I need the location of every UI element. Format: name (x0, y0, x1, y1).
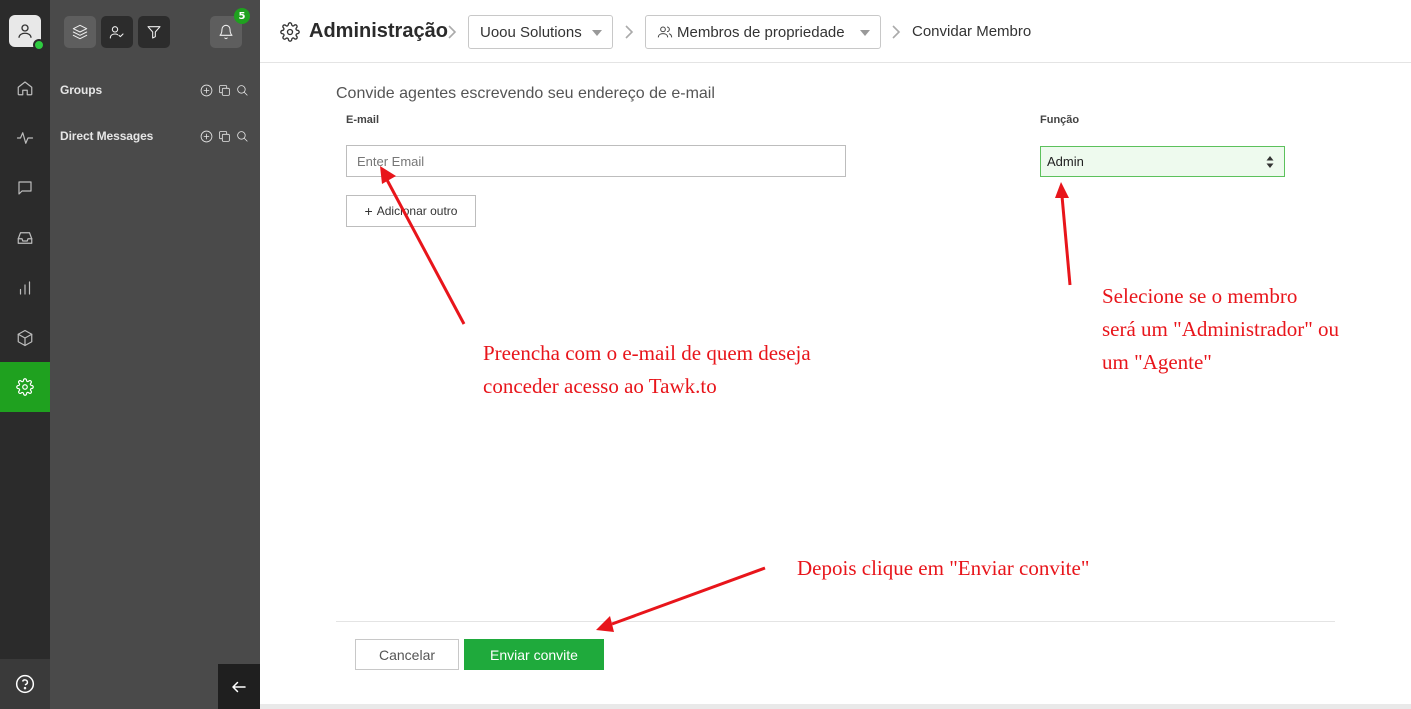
chat-icon (18, 181, 32, 195)
email-annotation-line1: Preencha com o e-mail de quem deseja (483, 341, 811, 365)
groups-copy-button[interactable] (217, 83, 232, 98)
form-intro: Convide agentes escrevendo seu endereço … (336, 85, 715, 102)
send-invite-button[interactable]: Enviar convite (464, 639, 604, 670)
user-check-icon (109, 26, 124, 39)
email-annotation-line2: conceder acesso ao Tawk.to (483, 374, 717, 398)
groups-add-button[interactable] (199, 83, 214, 98)
groups-label: Groups (60, 83, 103, 97)
filter-button[interactable] (138, 16, 170, 48)
rail-home-button[interactable] (0, 63, 50, 113)
copy-icon (219, 84, 230, 96)
rail-reports-button[interactable] (0, 263, 50, 313)
plus-circle-icon (200, 84, 213, 96)
icon-rail (0, 0, 50, 709)
activity-icon (16, 132, 34, 144)
search-icon (237, 130, 248, 142)
add-another-label: Adicionar outro (376, 204, 458, 218)
notification-count-badge: 5 (234, 8, 250, 24)
assigned-to-me-button[interactable] (101, 16, 133, 48)
email-annotation: Preencha com o e-mail de quem deseja con… (483, 337, 811, 403)
filter-icon (147, 26, 161, 39)
collapse-panel-button[interactable] (218, 664, 260, 709)
user-icon (18, 24, 32, 38)
send-annotation: Depois clique em "Enviar convite" (797, 556, 1090, 580)
rail-activity-button[interactable] (0, 113, 50, 163)
property-select[interactable]: Uoou Solutions (468, 15, 613, 49)
layers-icon (72, 24, 88, 40)
secondary-panel: 5 Groups Direct Messages (50, 0, 260, 709)
role-annotation-arrow (1055, 182, 1072, 286)
dm-add-button[interactable] (199, 129, 214, 144)
chevron-right-icon (446, 24, 458, 40)
addons-icon (17, 329, 33, 347)
plus-circle-icon (200, 130, 213, 142)
email-field[interactable] (346, 145, 846, 177)
breadcrumb-current: Convidar Membro (912, 23, 1032, 40)
caret-down-icon (592, 30, 602, 36)
copy-icon (219, 130, 230, 142)
cancel-button[interactable]: Cancelar (355, 639, 459, 670)
direct-messages-label: Direct Messages (60, 129, 154, 143)
home-icon (17, 81, 33, 96)
role-select-value: Admin (1047, 154, 1084, 169)
email-label: E-mail (346, 114, 380, 126)
role-annotation-line1: Selecione se o membro (1102, 284, 1298, 308)
search-icon (237, 84, 248, 96)
bell-icon (219, 24, 233, 40)
send-annotation-arrow (596, 566, 766, 632)
dm-search-button[interactable] (235, 129, 250, 144)
email-annotation-arrow (380, 166, 466, 325)
notifications-button[interactable]: 5 (210, 8, 250, 48)
help-button[interactable] (0, 659, 50, 709)
reports-icon (19, 281, 31, 295)
role-label: Função (1040, 114, 1080, 126)
user-avatar[interactable] (9, 15, 45, 51)
role-annotation: Selecione se o membro será um "Administr… (1102, 280, 1339, 379)
arrow-left-icon (232, 681, 246, 692)
chevron-right-icon (623, 24, 635, 40)
page-title[interactable]: Administração (309, 20, 448, 43)
dm-copy-button[interactable] (217, 129, 232, 144)
property-select-value: Uoou Solutions (480, 23, 582, 41)
groups-search-button[interactable] (235, 83, 250, 98)
members-select-value: Membros de propriedade (677, 23, 845, 41)
caret-down-icon (860, 30, 870, 36)
rail-inbox-button[interactable] (0, 213, 50, 263)
role-select[interactable]: Admin (1040, 146, 1285, 177)
members-select[interactable]: Membros de propriedade (645, 15, 881, 49)
direct-messages-section: Direct Messages (60, 126, 250, 146)
groups-section: Groups (60, 80, 250, 100)
bottom-scroll-strip (260, 704, 1411, 709)
select-updown-icon (1266, 155, 1274, 169)
rail-chat-button[interactable] (0, 163, 50, 213)
chevron-right-icon (890, 24, 902, 40)
users-icon (657, 26, 673, 38)
add-another-button[interactable]: + Adicionar outro (346, 195, 476, 227)
rail-addons-button[interactable] (0, 313, 50, 363)
settings-icon (280, 22, 300, 42)
help-icon (15, 674, 35, 694)
role-annotation-line2: será um "Administrador" ou (1102, 317, 1340, 341)
footer-divider (336, 621, 1335, 622)
layers-button[interactable] (64, 16, 96, 48)
plus-icon: + (364, 203, 373, 219)
breadcrumb: Administração Uoou Solutions Membros de … (260, 0, 1411, 63)
rail-settings-button[interactable] (0, 362, 50, 412)
role-annotation-line3: um "Agente" (1102, 350, 1212, 374)
inbox-icon (17, 232, 33, 244)
online-status-dot (33, 39, 45, 51)
settings-icon (16, 378, 34, 396)
